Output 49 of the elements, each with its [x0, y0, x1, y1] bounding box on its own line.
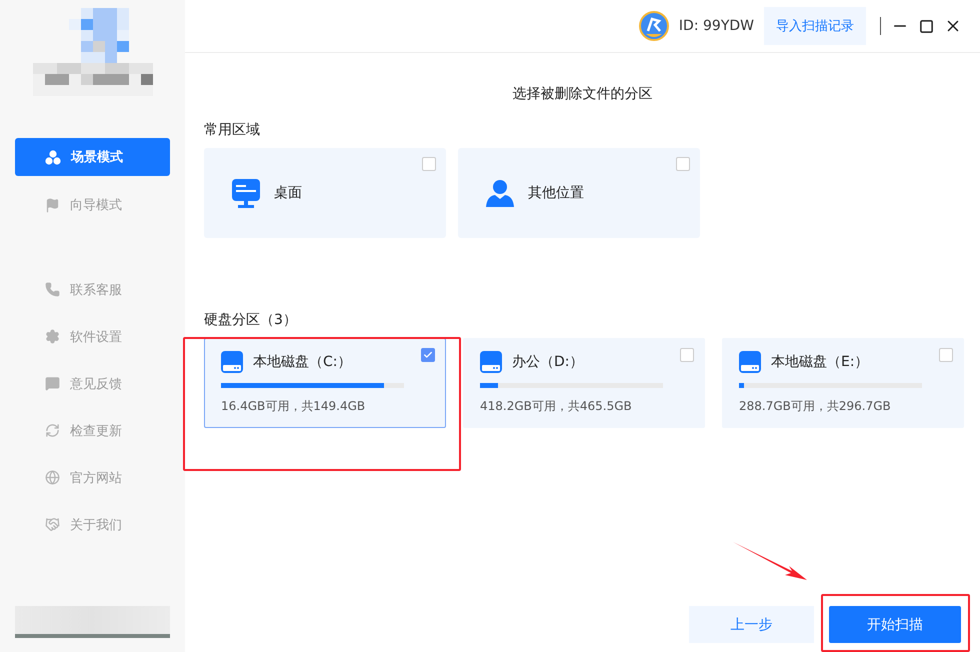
- location-label: 其他位置: [528, 184, 584, 202]
- checkbox[interactable]: [680, 348, 694, 362]
- start-scan-button[interactable]: 开始扫描: [829, 606, 961, 643]
- flag-icon: [45, 198, 60, 212]
- user-id: ID: 99YDW: [678, 18, 754, 34]
- sidebar-link[interactable]: 软件设置: [15, 313, 170, 360]
- checkbox[interactable]: [676, 157, 690, 171]
- back-button[interactable]: 上一步: [689, 606, 814, 643]
- import-scan-record-button[interactable]: 导入扫描记录: [764, 7, 866, 45]
- handshake-icon: [45, 517, 60, 532]
- disk-drive-icon: [739, 351, 761, 373]
- location-card[interactable]: 其他位置: [458, 148, 700, 238]
- section-heading: 硬盘分区（3）: [204, 311, 298, 329]
- three-circles-icon: [45, 150, 61, 164]
- settings-icon: [45, 329, 60, 344]
- checkbox[interactable]: [422, 157, 436, 171]
- person-icon: [486, 179, 514, 207]
- disk-usage: 418.2GB可用，共465.5GB: [480, 398, 633, 415]
- monitor-icon: [232, 178, 260, 208]
- disk-name: 办公（D:）: [512, 353, 584, 371]
- disk-usage: 16.4GB可用，共149.4GB: [221, 398, 366, 415]
- globe-icon: [45, 470, 60, 485]
- sidebar-link[interactable]: 官方网站: [15, 454, 170, 501]
- section-heading: 常用区域: [204, 121, 261, 139]
- sidebar-link[interactable]: 检查更新: [15, 407, 170, 454]
- refresh-icon: [45, 423, 60, 438]
- chat-bubble-icon: [45, 376, 60, 391]
- sidebar-link[interactable]: 关于我们: [15, 501, 170, 548]
- sidebar-link[interactable]: 意见反馈: [15, 360, 170, 407]
- vip-avatar-icon: [638, 11, 669, 41]
- disk-card[interactable]: 本地磁盘（E:） 288.7GB可用，共296.7GB: [722, 338, 964, 428]
- location-label: 桌面: [274, 184, 302, 202]
- sidebar-link[interactable]: 联系客服: [15, 266, 170, 313]
- maximize-icon[interactable]: [919, 18, 934, 34]
- mode-tab[interactable]: 场景模式: [15, 138, 170, 176]
- phone-icon: [45, 282, 60, 297]
- disk-usage: 288.7GB可用，共296.7GB: [739, 398, 892, 415]
- page-title: 选择被删除文件的分区: [512, 85, 654, 103]
- disk-card[interactable]: 办公（D:） 418.2GB可用，共465.5GB: [463, 338, 705, 428]
- location-card[interactable]: 桌面: [204, 148, 446, 238]
- checkbox[interactable]: [421, 348, 435, 362]
- check-icon: [423, 350, 433, 360]
- mode-tab[interactable]: 向导模式: [15, 186, 170, 224]
- checkbox[interactable]: [939, 348, 953, 362]
- disk-drive-icon: [221, 351, 243, 373]
- disk-name: 本地磁盘（E:）: [771, 353, 869, 371]
- disk-card[interactable]: 本地磁盘（C:） 16.4GB可用，共149.4GB: [204, 338, 446, 428]
- disk-drive-icon: [480, 351, 502, 373]
- disk-name: 本地磁盘（C:）: [253, 353, 352, 371]
